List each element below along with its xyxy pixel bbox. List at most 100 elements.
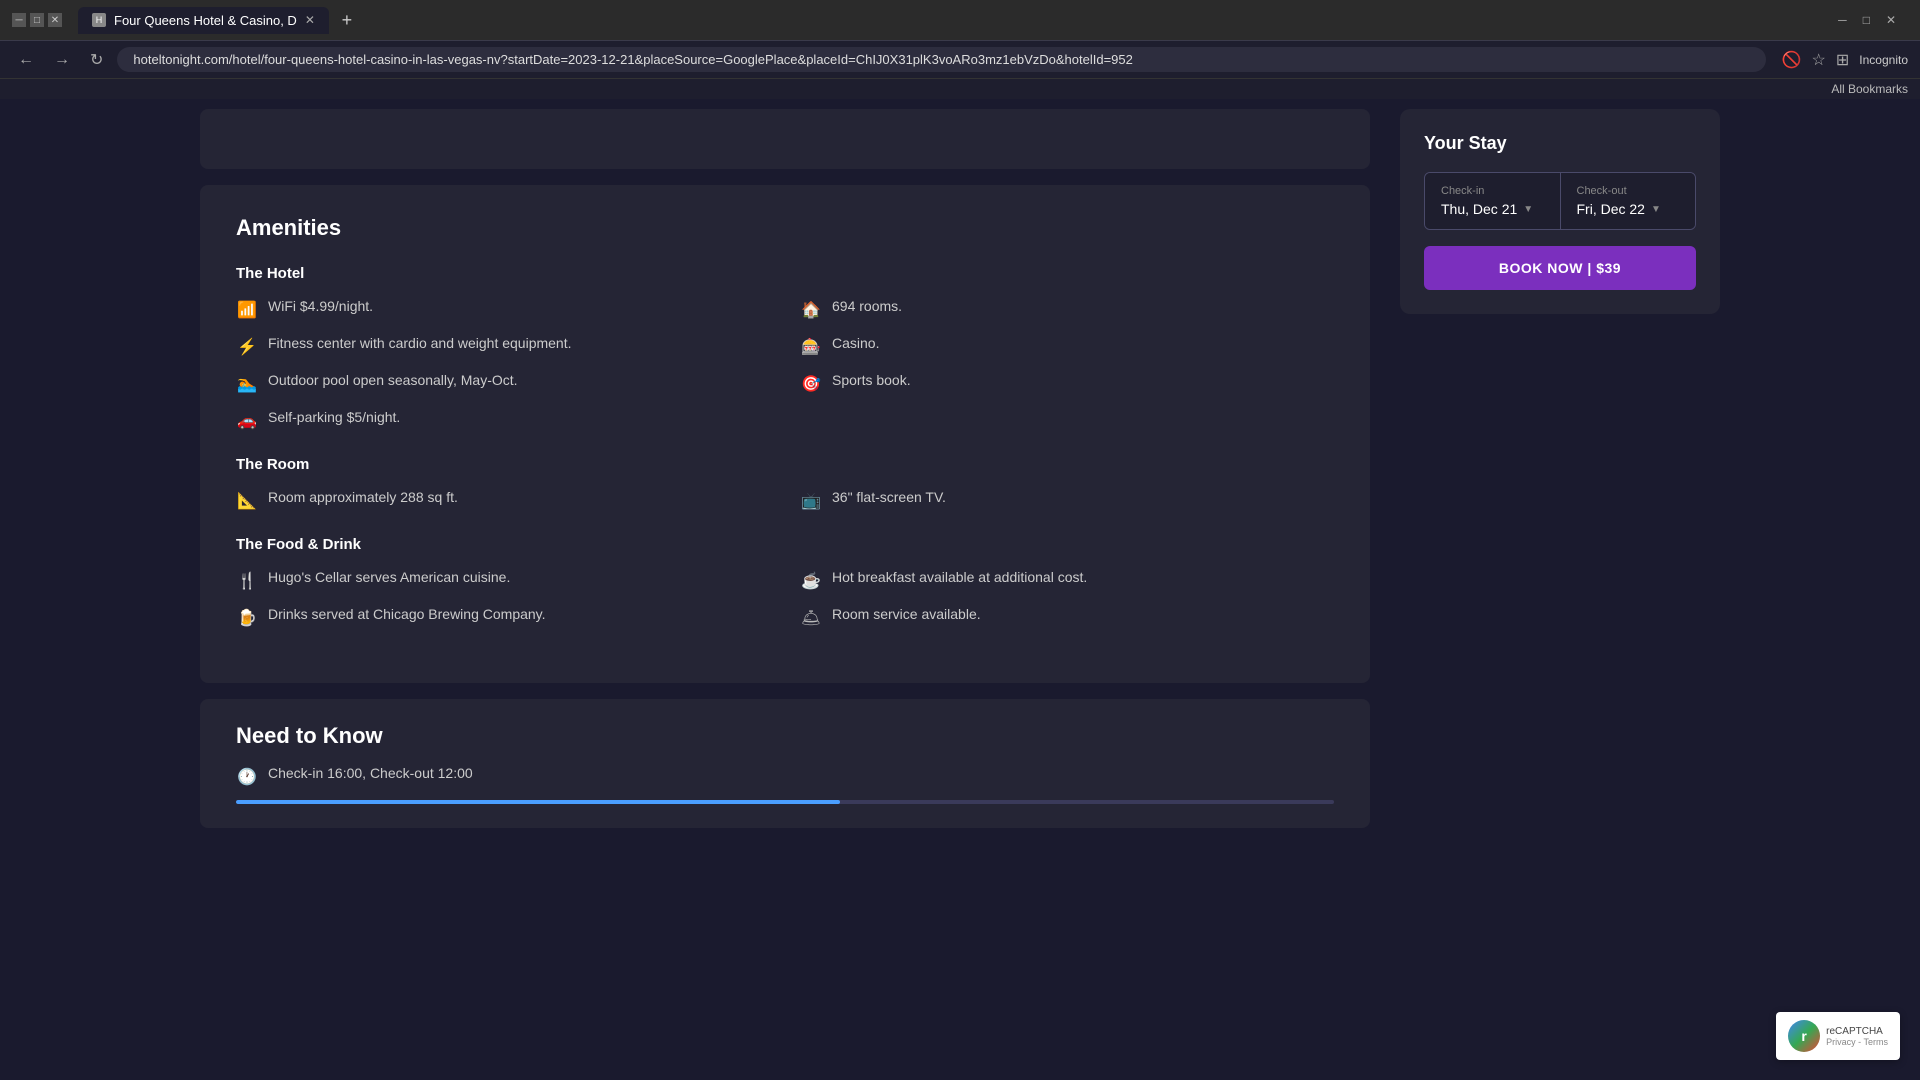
amenity-item-sports: 🎯 Sports book. (800, 372, 1334, 395)
amenity-item-room-service: 🛎 Room service available. (800, 606, 1334, 629)
browser-titlebar: ─ □ ✕ H Four Queens Hotel & Casino, D ✕ … (0, 0, 1920, 40)
your-stay-title: Your Stay (1424, 133, 1696, 154)
need-to-know-title: Need to Know (236, 723, 1334, 749)
restaurant-icon: 🍴 (236, 570, 258, 592)
room-amenity-grid: 📐 Room approximately 288 sq ft. 📺 36" fl… (236, 489, 1334, 512)
checkout-label: Check-out (1577, 185, 1680, 197)
progress-bar (236, 800, 1334, 804)
progress-bar-fill (236, 800, 840, 804)
amenity-item-casino: 🎰 Casino. (800, 335, 1334, 358)
book-now-button[interactable]: BOOK NOW | $39 (1424, 246, 1696, 290)
amenity-text-breakfast: Hot breakfast available at additional co… (832, 569, 1087, 585)
checkout-date-text: Fri, Dec 22 (1577, 201, 1645, 217)
amenity-text-casino: Casino. (832, 335, 879, 351)
minimize-button[interactable]: ─ (12, 13, 26, 27)
tab-favicon: H (92, 13, 106, 27)
recaptcha-badge: r reCAPTCHA Privacy - Terms (1776, 1012, 1900, 1060)
pool-icon: 🏊 (236, 373, 258, 395)
address-input[interactable] (117, 47, 1765, 72)
amenity-text-drinks: Drinks served at Chicago Brewing Company… (268, 606, 546, 622)
amenity-text-fitness: Fitness center with cardio and weight eq… (268, 335, 572, 351)
maximize-button[interactable]: □ (30, 13, 44, 27)
checkin-label: Check-in (1441, 185, 1544, 197)
tablet-icon[interactable]: ⊞ (1836, 50, 1849, 70)
recaptcha-links[interactable]: Privacy - Terms (1826, 1037, 1888, 1047)
amenity-text-wifi: WiFi $4.99/night. (268, 298, 373, 314)
amenity-text-sports: Sports book. (832, 372, 911, 388)
active-tab[interactable]: H Four Queens Hotel & Casino, D ✕ (78, 7, 329, 34)
hotel-section-title: The Hotel (236, 265, 1334, 282)
close-button[interactable]: ✕ (48, 13, 62, 27)
fitness-icon: ⚡ (236, 336, 258, 358)
parking-icon: 🚗 (236, 410, 258, 432)
rooms-icon: 🏠 (800, 299, 822, 321)
room-size-icon: 📐 (236, 490, 258, 512)
amenity-item-fitness: ⚡ Fitness center with cardio and weight … (236, 335, 770, 358)
clock-icon: 🕐 (236, 766, 258, 788)
need-to-know-card: Need to Know 🕐 Check-in 16:00, Check-out… (200, 699, 1370, 828)
checkin-value: Thu, Dec 21 ▼ (1441, 201, 1544, 217)
wifi-icon: 📶 (236, 299, 258, 321)
amenity-item-parking: 🚗 Self-parking $5/night. (236, 409, 770, 432)
page-content: Amenities The Hotel 📶 WiFi $4.99/night. … (0, 99, 1920, 1059)
incognito-label: Incognito (1859, 53, 1908, 67)
checkin-dropdown-arrow: ▼ (1523, 204, 1533, 215)
amenity-item-drinks: 🍺 Drinks served at Chicago Brewing Compa… (236, 606, 770, 629)
sports-icon: 🎯 (800, 373, 822, 395)
amenity-text-room-service: Room service available. (832, 606, 981, 622)
checkout-value: Fri, Dec 22 ▼ (1577, 201, 1680, 217)
amenity-text-rooms: 694 rooms. (832, 298, 902, 314)
amenity-item-breakfast: ☕ Hot breakfast available at additional … (800, 569, 1334, 592)
drinks-icon: 🍺 (236, 607, 258, 629)
browser-chrome: ─ □ ✕ H Four Queens Hotel & Casino, D ✕ … (0, 0, 1920, 99)
tab-bar: H Four Queens Hotel & Casino, D ✕ + (70, 6, 369, 34)
room-service-icon: 🛎 (800, 607, 822, 629)
dates-row: Check-in Thu, Dec 21 ▼ Check-out Fri, De… (1424, 172, 1696, 230)
hotel-amenity-grid: 📶 WiFi $4.99/night. 🏠 694 rooms. ⚡ Fitne… (236, 298, 1334, 432)
bookmarks-bar: All Bookmarks (0, 78, 1920, 99)
window-maximize-icon[interactable]: □ (1863, 13, 1870, 27)
refresh-button[interactable]: ↻ (84, 48, 109, 72)
checkin-text: Check-in 16:00, Check-out 12:00 (268, 765, 473, 781)
window-close-icon[interactable]: ✕ (1886, 13, 1896, 27)
amenity-text-room-size: Room approximately 288 sq ft. (268, 489, 458, 505)
top-section-card (200, 109, 1370, 169)
window-minimize-icon[interactable]: ─ (1838, 13, 1847, 27)
checkout-field[interactable]: Check-out Fri, Dec 22 ▼ (1561, 173, 1696, 229)
recaptcha-label: reCAPTCHA (1826, 1026, 1888, 1037)
tab-label: Four Queens Hotel & Casino, D (114, 13, 297, 28)
amenity-item-pool: 🏊 Outdoor pool open seasonally, May-Oct. (236, 372, 770, 395)
casino-icon: 🎰 (800, 336, 822, 358)
checkin-info: 🕐 Check-in 16:00, Check-out 12:00 (236, 765, 1334, 788)
recaptcha-logo: r (1788, 1020, 1820, 1052)
address-bar-row: ← → ↻ 🚫 ☆ ⊞ Incognito (0, 40, 1920, 78)
checkin-field[interactable]: Check-in Thu, Dec 21 ▼ (1425, 173, 1561, 229)
amenity-item-wifi: 📶 WiFi $4.99/night. (236, 298, 770, 321)
amenity-item-rooms: 🏠 694 rooms. (800, 298, 1334, 321)
recaptcha-info: reCAPTCHA Privacy - Terms (1826, 1026, 1888, 1047)
amenity-item-restaurant: 🍴 Hugo's Cellar serves American cuisine. (236, 569, 770, 592)
your-stay-card: Your Stay Check-in Thu, Dec 21 ▼ Check-o… (1400, 109, 1720, 314)
food-section: The Food & Drink 🍴 Hugo's Cellar serves … (236, 536, 1334, 629)
amenity-item-room-size: 📐 Room approximately 288 sq ft. (236, 489, 770, 512)
window-controls: ─ □ ✕ (12, 13, 62, 27)
tv-icon: 📺 (800, 490, 822, 512)
hotel-section: The Hotel 📶 WiFi $4.99/night. 🏠 694 room… (236, 265, 1334, 432)
forward-button[interactable]: → (48, 49, 76, 71)
bookmark-icon[interactable]: ☆ (1812, 50, 1826, 70)
new-tab-button[interactable]: + (333, 6, 361, 34)
food-amenity-grid: 🍴 Hugo's Cellar serves American cuisine.… (236, 569, 1334, 629)
amenities-card: Amenities The Hotel 📶 WiFi $4.99/night. … (200, 185, 1370, 683)
tab-close-button[interactable]: ✕ (305, 13, 315, 27)
room-section-title: The Room (236, 456, 1334, 473)
room-section: The Room 📐 Room approximately 288 sq ft.… (236, 456, 1334, 512)
checkout-dropdown-arrow: ▼ (1651, 204, 1661, 215)
food-section-title: The Food & Drink (236, 536, 1334, 553)
amenity-text-restaurant: Hugo's Cellar serves American cuisine. (268, 569, 510, 585)
sidebar-column: Your Stay Check-in Thu, Dec 21 ▼ Check-o… (1400, 99, 1720, 1059)
back-button[interactable]: ← (12, 49, 40, 71)
amenity-text-pool: Outdoor pool open seasonally, May-Oct. (268, 372, 518, 388)
camera-off-icon: 🚫 (1782, 50, 1802, 70)
all-bookmarks-link[interactable]: All Bookmarks (1831, 82, 1908, 96)
amenities-title: Amenities (236, 215, 1334, 241)
